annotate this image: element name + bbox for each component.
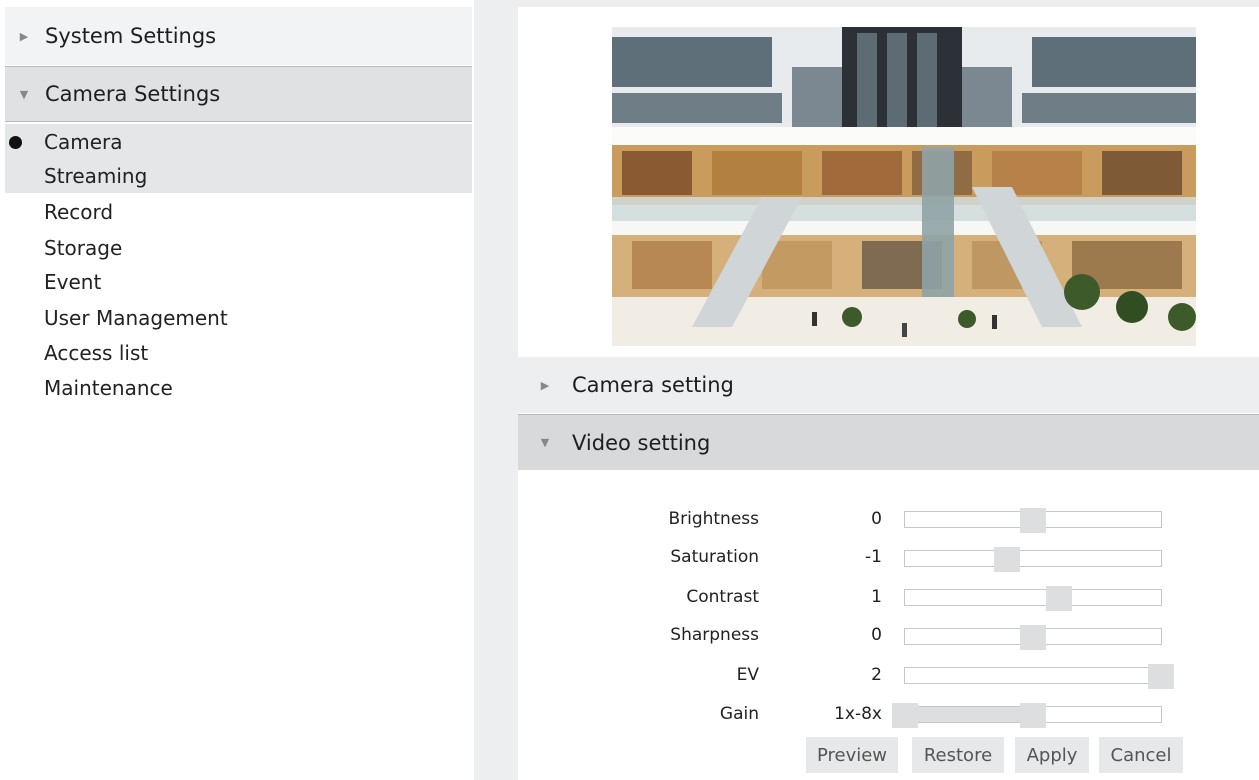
gain-range-fill [905,707,1033,722]
brightness-value: 0 [871,509,882,529]
contrast-value: 1 [871,587,882,607]
saturation-slider-thumb[interactable] [994,547,1021,572]
gain-range-slider[interactable] [892,703,1162,728]
active-bullet-icon [9,136,22,149]
video-setting-header[interactable]: ▼ Video setting [518,414,1259,470]
gain-value: 1x-8x [834,704,882,724]
sharpness-value: 0 [871,625,882,645]
sidebar-item-event[interactable]: Event [44,270,101,294]
ev-slider[interactable] [904,664,1174,689]
saturation-value: -1 [865,547,882,567]
sidebar-item-streaming[interactable]: Streaming [44,164,147,188]
camera-preview-image [612,27,1196,346]
system-settings-label: System Settings [45,24,217,48]
expanded-arrow-icon: ▼ [540,436,550,449]
sharpness-slider[interactable] [904,625,1162,650]
restore-button[interactable]: Restore [912,737,1004,773]
gain-min-thumb[interactable] [892,703,918,728]
saturation-slider[interactable] [904,547,1162,572]
saturation-label: Saturation [670,547,759,567]
cancel-button[interactable]: Cancel [1099,737,1183,773]
sidebar-item-camera[interactable]: Camera [44,130,123,154]
ev-slider-thumb[interactable] [1148,664,1174,689]
camera-settings-label: Camera Settings [45,82,221,106]
brightness-slider-thumb[interactable] [1020,508,1046,533]
gain-max-thumb[interactable] [1020,703,1046,728]
contrast-slider-thumb[interactable] [1045,586,1072,611]
sidebar-item-storage[interactable]: Storage [44,236,122,260]
top-strip [518,0,1259,7]
system-settings-header[interactable]: ▶ System Settings [5,7,472,65]
sidebar-item-user-management[interactable]: User Management [44,306,228,330]
sharpness-slider-thumb[interactable] [1020,625,1046,650]
contrast-label: Contrast [686,587,759,607]
camera-settings-header[interactable]: ▼ Camera Settings [5,66,472,122]
contrast-slider[interactable] [904,586,1162,611]
panel-divider [474,0,518,780]
ev-label: EV [736,665,759,685]
camera-setting-label: Camera setting [572,373,734,397]
collapsed-arrow-icon: ▶ [540,378,550,392]
main-panel: ▶ Camera setting ▼ Video setting Brightn… [518,7,1259,780]
camera-setting-header[interactable]: ▶ Camera setting [518,357,1259,413]
ev-value: 2 [871,665,882,685]
video-setting-label: Video setting [572,430,711,455]
preview-button[interactable]: Preview [806,737,898,773]
expanded-arrow-icon: ▼ [19,87,29,101]
sidebar-item-access-list[interactable]: Access list [44,341,148,365]
collapsed-arrow-icon: ▶ [19,29,29,43]
sharpness-label: Sharpness [670,625,759,645]
gain-label: Gain [719,704,759,724]
sidebar: ▶ System Settings ▼ Camera Settings Came… [0,0,474,780]
brightness-label: Brightness [668,509,759,529]
sidebar-item-record[interactable]: Record [44,200,113,224]
sidebar-item-maintenance[interactable]: Maintenance [44,376,173,400]
apply-button[interactable]: Apply [1015,737,1089,773]
brightness-slider[interactable] [904,508,1162,533]
